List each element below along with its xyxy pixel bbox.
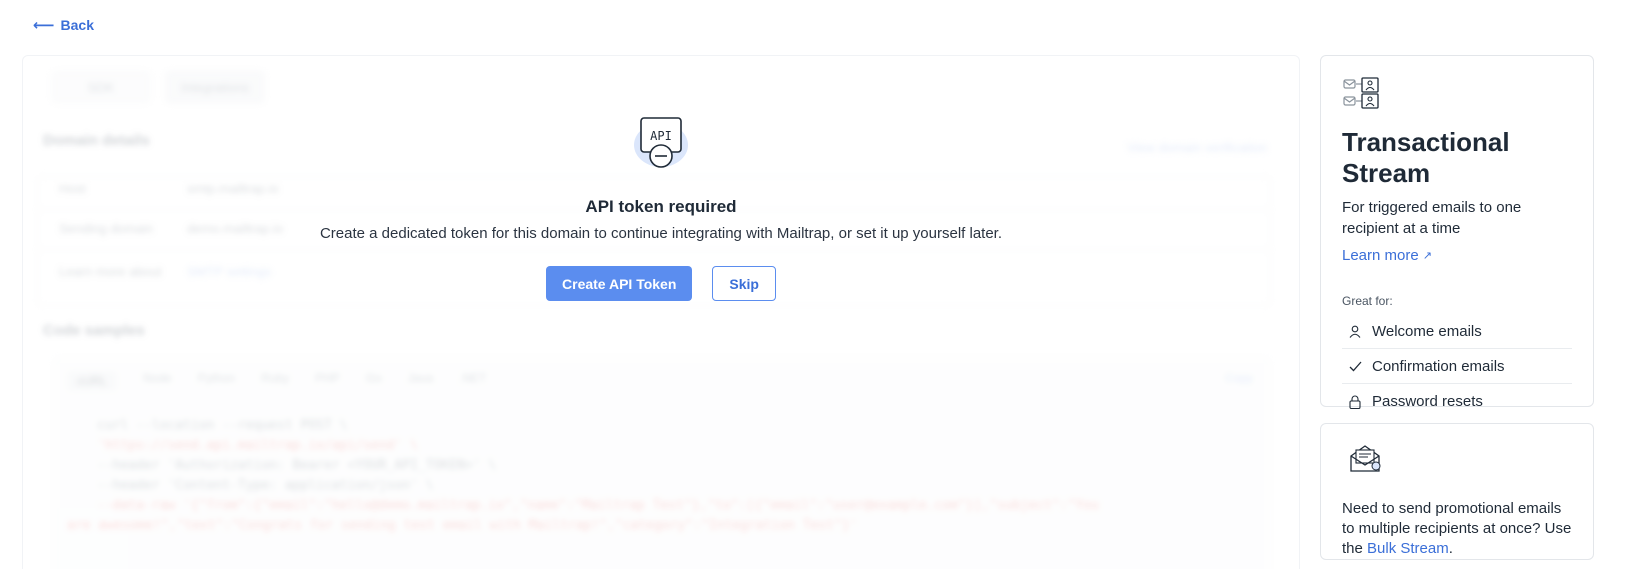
skip-button[interactable]: Skip [712,266,776,301]
feature-label: Welcome emails [1372,322,1482,340]
bulk-stream-card: Need to send promotional emails to multi… [1320,423,1594,560]
bulk-suffix: . [1448,540,1453,557]
stream-description: For triggered emails to one recipient at… [1342,199,1522,237]
list-item: Welcome emails [1342,314,1572,349]
feature-label: Password resets [1372,393,1483,410]
modal-title: API token required [585,197,737,216]
arrow-left-icon: ⟵ [33,16,55,34]
lock-icon [1348,395,1362,409]
feature-list: Welcome emails Confirmation emails Passw… [1342,314,1572,419]
list-item: Confirmation emails [1342,349,1572,384]
check-icon [1348,359,1362,373]
envelope-icon [1350,445,1381,472]
user-icon [1348,324,1362,338]
modal-description: Create a dedicated token for this domain… [319,225,1003,242]
api-token-modal: API API token required Create a dedicate… [22,55,1300,569]
great-for-label: Great for: [1342,294,1393,308]
transactional-stream-card: Transactional Stream For triggered email… [1320,55,1594,410]
api-token-icon: API [634,117,688,168]
create-api-token-button[interactable]: Create API Token [546,266,693,301]
bulk-stream-text: Need to send promotional emails to multi… [1342,499,1572,559]
learn-more-link[interactable]: Learn more ↗ [1342,247,1572,264]
feature-label: Confirmation emails [1372,357,1505,375]
modal-actions: Create API Token Skip [546,266,776,301]
stream-title: Transactional Stream [1342,127,1510,188]
back-label: Back [60,17,94,33]
list-item: Password resets [1342,384,1572,419]
external-link-icon: ↗ [1422,250,1432,262]
back-link[interactable]: ⟵ Back [33,17,94,33]
bulk-stream-link[interactable]: Bulk Stream [1367,540,1449,557]
learn-more-label: Learn more [1342,247,1419,264]
api-icon-text: API [650,129,672,143]
transactional-stream-icon [1343,77,1379,109]
